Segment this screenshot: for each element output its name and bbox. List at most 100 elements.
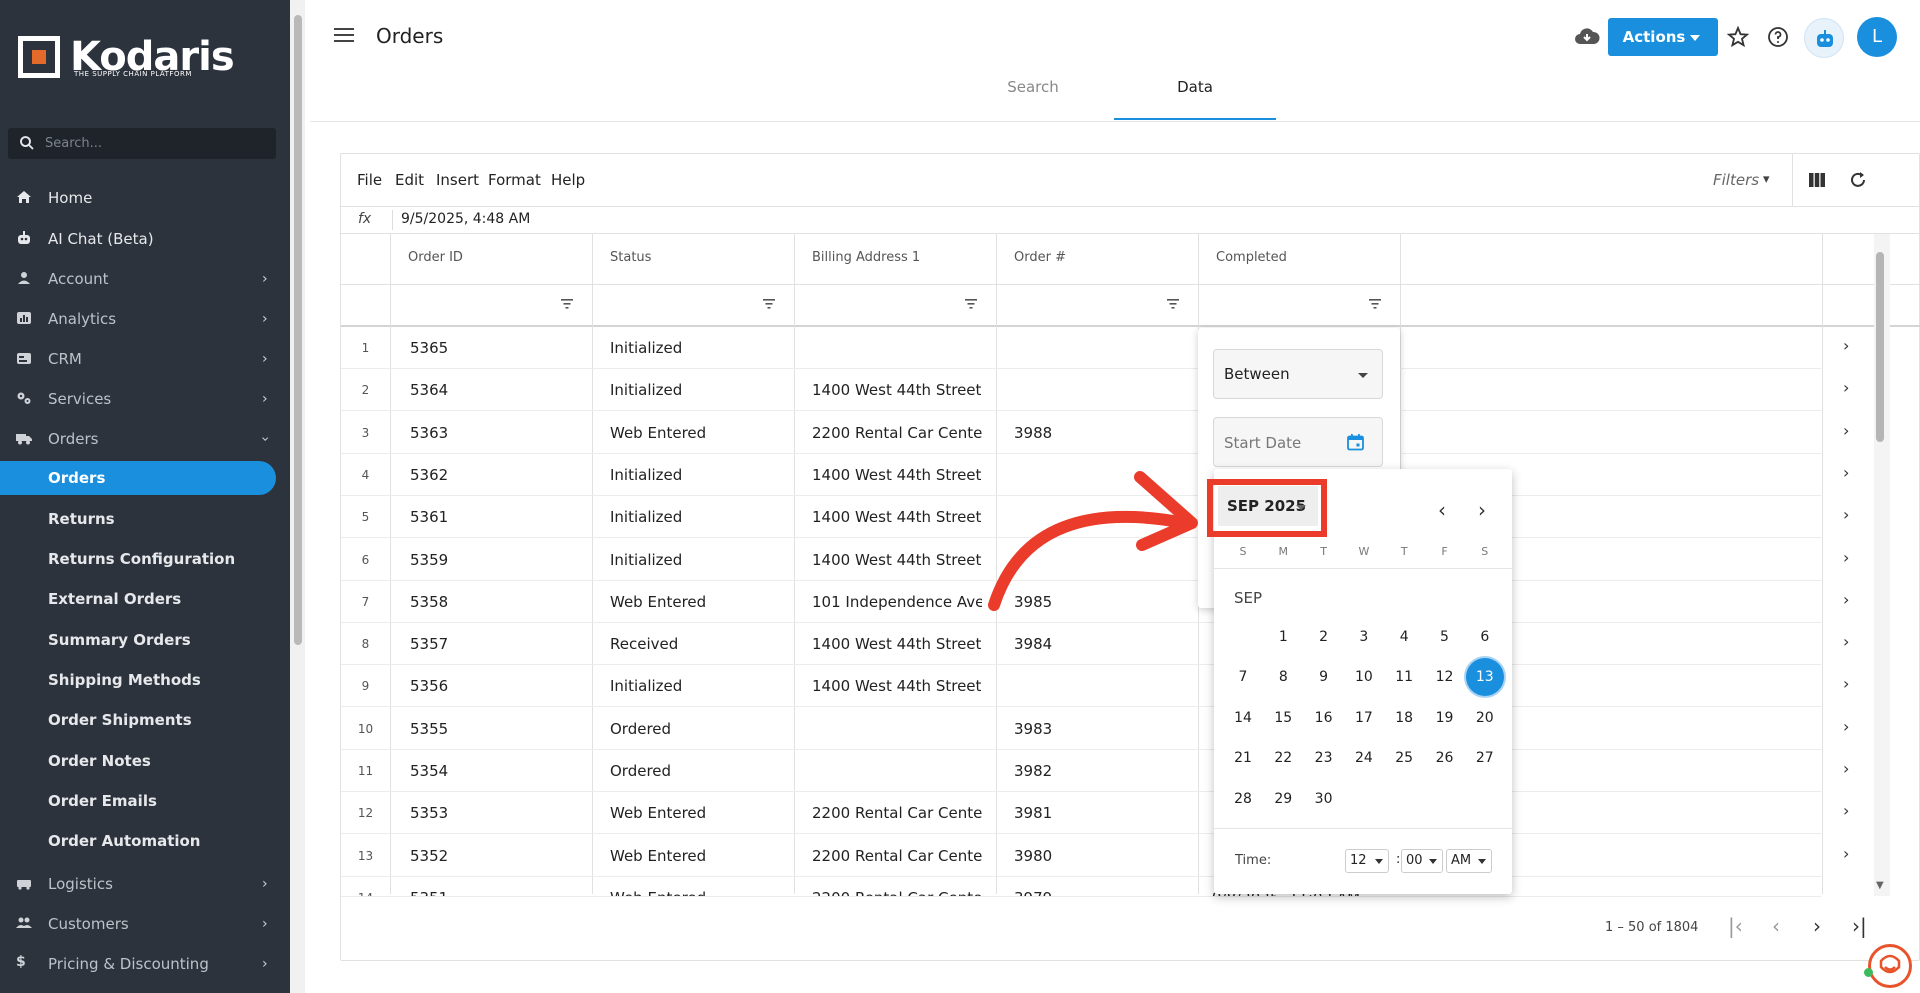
column-header-order-number[interactable]: Order #: [1014, 250, 1066, 265]
row-open-icon[interactable]: ›: [1843, 759, 1849, 778]
filter-operator-select[interactable]: Between: [1213, 349, 1383, 399]
cell-billing-address[interactable]: 1400 West 44th Street: [812, 635, 982, 653]
cell-status[interactable]: Initialized: [610, 508, 682, 526]
refresh-icon[interactable]: [1848, 170, 1868, 190]
column-header-order-id[interactable]: Order ID: [408, 250, 463, 265]
calendar-day[interactable]: 5: [1426, 618, 1464, 656]
calendar-day[interactable]: 3: [1345, 618, 1383, 656]
sidebar-item-logistics[interactable]: Logistics ›: [0, 866, 276, 900]
previous-month-icon[interactable]: ‹: [1438, 498, 1446, 522]
cell-order-id[interactable]: 5354: [410, 762, 448, 780]
cell-status[interactable]: Initialized: [610, 677, 682, 695]
cloud-download-icon[interactable]: [1574, 26, 1600, 46]
ampm-select[interactable]: AM: [1446, 849, 1492, 873]
cell-order-id[interactable]: 5356: [410, 677, 448, 695]
table-row[interactable]: 11 5354 Ordered 3982: [341, 750, 1821, 792]
sidebar-item-account[interactable]: Account ›: [0, 261, 276, 295]
row-open-icon[interactable]: ›: [1843, 548, 1849, 567]
calendar-day[interactable]: 14: [1224, 699, 1262, 737]
scroll-down-arrow-icon[interactable]: ▼: [1876, 880, 1884, 891]
sidebar-item-home[interactable]: Home: [0, 180, 276, 214]
chat-support-button[interactable]: [1868, 944, 1912, 988]
table-row[interactable]: 9 5356 Initialized 1400 West 44th Street: [341, 665, 1821, 708]
cell-order-number[interactable]: 3982: [1014, 762, 1052, 780]
row-open-icon[interactable]: ›: [1843, 801, 1849, 820]
sidebar-search-input[interactable]: Search...: [8, 128, 276, 159]
calendar-day[interactable]: 17: [1345, 699, 1383, 737]
row-open-icon[interactable]: ›: [1843, 378, 1849, 397]
column-header-billing-address[interactable]: Billing Address 1: [812, 250, 920, 265]
tab-search[interactable]: Search: [952, 78, 1114, 122]
avatar[interactable]: L: [1857, 17, 1897, 57]
formula-value[interactable]: 9/5/2025, 4:48 AM: [401, 211, 530, 227]
calendar-day[interactable]: 9: [1305, 658, 1343, 696]
table-row[interactable]: 3 5363 Web Entered 2200 Rental Car Center .…: [341, 412, 1821, 454]
tab-data[interactable]: Data: [1114, 78, 1276, 122]
cell-order-id[interactable]: 5365: [410, 339, 448, 357]
table-row[interactable]: 12 5353 Web Entered 2200 Rental Car Center …: [341, 792, 1821, 835]
columns-icon[interactable]: [1808, 172, 1826, 188]
menu-help[interactable]: Help: [551, 171, 585, 189]
row-open-icon[interactable]: ›: [1843, 632, 1849, 651]
cell-billing-address[interactable]: 1400 West 44th Street: [812, 381, 982, 399]
cell-order-id[interactable]: 5364: [410, 381, 448, 399]
table-row[interactable]: 8 5357 Received 1400 West 44th Street 3984: [341, 623, 1821, 666]
first-page-icon[interactable]: |‹: [1728, 914, 1743, 938]
menu-insert[interactable]: Insert: [436, 171, 479, 189]
sidebar-subitem-orders[interactable]: Orders: [0, 461, 276, 495]
calendar-day[interactable]: 19: [1426, 699, 1464, 737]
filter-icon[interactable]: [763, 299, 775, 309]
cell-billing-address[interactable]: 2200 Rental Car Center ...: [812, 889, 982, 896]
row-open-icon[interactable]: ›: [1843, 717, 1849, 736]
calendar-day[interactable]: 21: [1224, 739, 1262, 777]
start-date-input[interactable]: Start Date: [1213, 417, 1383, 467]
calendar-day[interactable]: 18: [1385, 699, 1423, 737]
calendar-day[interactable]: 16: [1305, 699, 1343, 737]
row-open-icon[interactable]: ›: [1843, 590, 1849, 609]
cell-order-id[interactable]: 5359: [410, 551, 448, 569]
cell-billing-address[interactable]: 101 Independence Ave. ...: [812, 593, 982, 611]
calendar-day[interactable]: 30: [1305, 780, 1343, 818]
calendar-day[interactable]: 2: [1305, 618, 1343, 656]
cell-billing-address[interactable]: 1400 West 44th Street: [812, 508, 982, 526]
sidebar-subitem-summary-orders[interactable]: Summary Orders: [0, 623, 276, 657]
calendar-day[interactable]: 20: [1466, 699, 1504, 737]
sidebar-subitem-order-shipments[interactable]: Order Shipments: [0, 703, 276, 737]
cell-status[interactable]: Ordered: [610, 720, 671, 738]
row-open-icon[interactable]: ›: [1843, 505, 1849, 524]
table-row[interactable]: 13 5352 Web Entered 2200 Rental Car Center …: [341, 835, 1821, 877]
row-open-icon[interactable]: ›: [1843, 674, 1849, 693]
minute-select[interactable]: 00: [1401, 849, 1443, 873]
calendar-day[interactable]: 23: [1305, 739, 1343, 777]
cell-status[interactable]: Web Entered: [610, 889, 706, 896]
calendar-icon[interactable]: [1347, 434, 1364, 451]
cell-billing-address[interactable]: 2200 Rental Car Center ...: [812, 424, 982, 442]
cell-billing-address[interactable]: 2200 Rental Car Center ...: [812, 804, 982, 822]
cell-status[interactable]: Initialized: [610, 339, 682, 357]
row-open-icon[interactable]: ›: [1843, 844, 1849, 863]
last-page-icon[interactable]: ›|: [1852, 914, 1867, 938]
cell-status[interactable]: Web Entered: [610, 847, 706, 865]
cell-status[interactable]: Initialized: [610, 551, 682, 569]
cell-order-id[interactable]: 5353: [410, 804, 448, 822]
star-icon[interactable]: [1726, 25, 1750, 49]
ai-assistant-button[interactable]: [1804, 18, 1844, 58]
cell-billing-address[interactable]: 1400 West 44th Street: [812, 551, 982, 569]
sidebar-subitem-order-automation[interactable]: Order Automation: [0, 824, 276, 858]
calendar-day[interactable]: 24: [1345, 739, 1383, 777]
calendar-day[interactable]: 4: [1385, 618, 1423, 656]
help-icon[interactable]: [1766, 25, 1790, 49]
cell-status[interactable]: Web Entered: [610, 804, 706, 822]
sidebar-subitem-order-emails[interactable]: Order Emails: [0, 784, 276, 818]
sidebar-subitem-shipping-methods[interactable]: Shipping Methods: [0, 663, 276, 697]
sidebar-item-pricing[interactable]: $ Pricing & Discounting ›: [0, 946, 276, 980]
chevron-down-icon[interactable]: ▾: [1763, 172, 1770, 187]
cell-order-id[interactable]: 5358: [410, 593, 448, 611]
cell-status[interactable]: Received: [610, 635, 678, 653]
cell-order-id[interactable]: 5361: [410, 508, 448, 526]
cell-billing-address[interactable]: 2200 Rental Car Center ...: [812, 847, 982, 865]
sidebar-subitem-returns-configuration[interactable]: Returns Configuration: [0, 542, 276, 576]
cell-status[interactable]: Initialized: [610, 381, 682, 399]
calendar-day[interactable]: 28: [1224, 780, 1262, 818]
sidebar-item-ai-chat[interactable]: AI Chat (Beta): [0, 221, 276, 255]
